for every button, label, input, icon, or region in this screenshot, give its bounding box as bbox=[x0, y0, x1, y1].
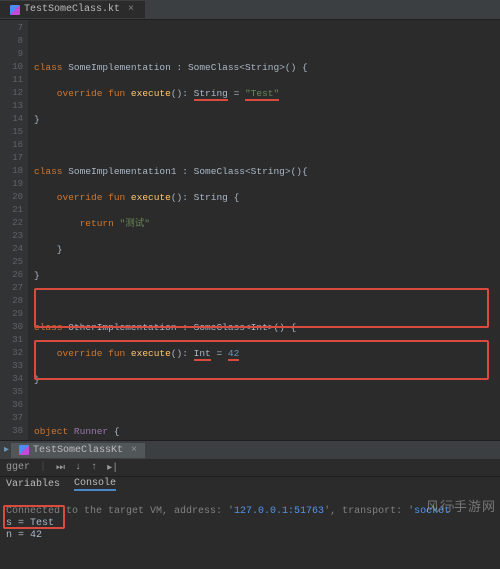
code-line bbox=[34, 139, 500, 152]
run-panel: ▸ TestSomeClassKt × gger | ⏭ ↓ ↑ ▸| Vari… bbox=[0, 440, 500, 519]
run-config-tab[interactable]: TestSomeClassKt × bbox=[11, 443, 145, 458]
step-over-icon[interactable]: ⏭ bbox=[56, 462, 65, 474]
console-output[interactable]: Connected to the target VM, address: '12… bbox=[0, 491, 500, 569]
code-line: } bbox=[34, 373, 500, 386]
logger-label: gger bbox=[6, 462, 30, 473]
editor-tab[interactable]: TestSomeClass.kt × bbox=[0, 1, 145, 18]
close-icon[interactable]: × bbox=[128, 4, 134, 15]
code-line bbox=[34, 295, 500, 308]
code-line: } bbox=[34, 113, 500, 126]
code-area[interactable]: class SomeImplementation : SomeClass<Str… bbox=[28, 20, 500, 440]
code-line: return "测试" bbox=[34, 217, 500, 230]
run-gutter-icon[interactable]: ▸ bbox=[4, 444, 9, 456]
code-editor[interactable]: 7 8 9 10 11 12 13 14 15 16 17 18 19 20 2… bbox=[0, 20, 500, 440]
close-icon[interactable]: × bbox=[131, 445, 137, 456]
tab-console[interactable]: Console bbox=[74, 478, 116, 491]
line-number-gutter: 7 8 9 10 11 12 13 14 15 16 17 18 19 20 2… bbox=[0, 20, 28, 440]
step-into-icon[interactable]: ↓ bbox=[75, 462, 81, 473]
kotlin-run-icon bbox=[19, 445, 29, 455]
tab-variables[interactable]: Variables bbox=[6, 479, 60, 490]
step-out-icon[interactable]: ↑ bbox=[91, 462, 97, 473]
code-line bbox=[34, 399, 500, 412]
code-line: override fun execute(): String = "Test" bbox=[34, 87, 500, 100]
console-line: s = Test bbox=[6, 518, 54, 529]
code-line: override fun execute(): Int = 42 bbox=[34, 347, 500, 360]
editor-tab-label: TestSomeClass.kt bbox=[24, 4, 120, 15]
console-line: n = 42 bbox=[6, 530, 42, 541]
code-line: class SomeImplementation : SomeClass<Str… bbox=[34, 61, 500, 74]
code-line: } bbox=[34, 269, 500, 282]
run-config-tab-bar: ▸ TestSomeClassKt × bbox=[0, 441, 500, 459]
code-line: class SomeImplementation1 : SomeClass<St… bbox=[34, 165, 500, 178]
debug-sub-tabs: Variables Console bbox=[0, 477, 500, 491]
code-line: class OtherImplementation : SomeClass<In… bbox=[34, 321, 500, 334]
run-to-cursor-icon[interactable]: ▸| bbox=[107, 462, 118, 474]
console-line: Connected to the target VM, address: '12… bbox=[6, 506, 456, 517]
editor-tab-bar: TestSomeClass.kt × bbox=[0, 0, 500, 20]
kotlin-file-icon bbox=[10, 5, 20, 15]
code-line bbox=[34, 35, 500, 48]
run-config-label: TestSomeClassKt bbox=[33, 445, 123, 456]
debug-toolbar: gger | ⏭ ↓ ↑ ▸| bbox=[0, 459, 500, 477]
code-line: override fun execute(): String { bbox=[34, 191, 500, 204]
code-line: } bbox=[34, 243, 500, 256]
code-line: object Runner { bbox=[34, 425, 500, 438]
